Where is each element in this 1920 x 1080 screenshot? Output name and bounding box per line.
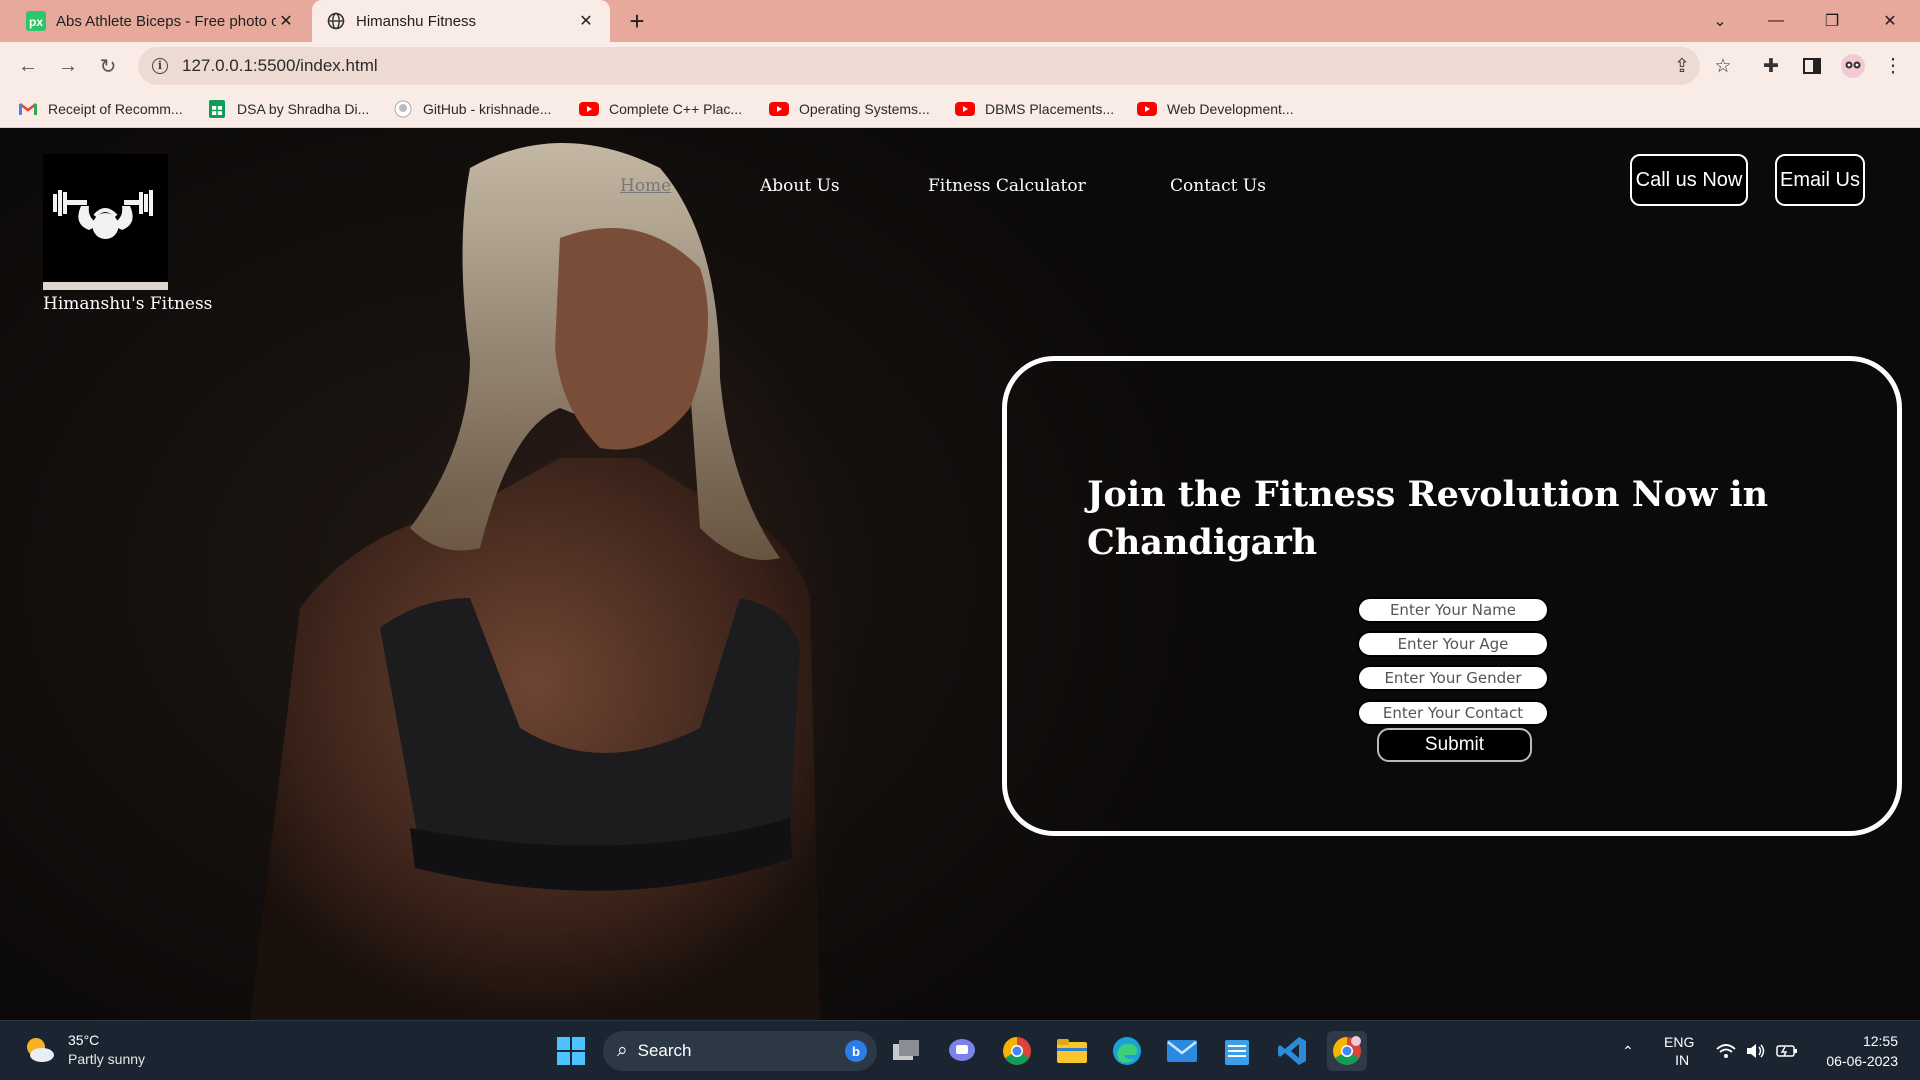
name-input[interactable] — [1357, 597, 1549, 623]
contact-input[interactable] — [1357, 700, 1549, 726]
clock-time: 12:55 — [1862, 1033, 1898, 1049]
notepad-icon[interactable] — [1217, 1031, 1257, 1071]
battery-icon[interactable] — [1776, 1021, 1798, 1080]
logo-watermark-strip — [43, 282, 168, 290]
region-code: IN — [1675, 1052, 1690, 1068]
bookmark-label: Receipt of Recomm... — [48, 101, 183, 117]
email-us-button[interactable]: Email Us — [1775, 154, 1865, 206]
volume-icon[interactable] — [1746, 1021, 1766, 1080]
submit-button[interactable]: Submit — [1377, 728, 1532, 762]
chrome-icon[interactable] — [997, 1031, 1037, 1071]
teams-chat-icon[interactable] — [942, 1031, 982, 1071]
bookmark-label: DSA by Shradha Di... — [237, 101, 370, 117]
side-panel-icon[interactable] — [1797, 51, 1827, 81]
bookmark-item[interactable]: Receipt of Recomm... — [18, 98, 183, 120]
tab-title: Abs Athlete Biceps - Free photo on — [56, 12, 276, 30]
weather-widget[interactable]: 35°C Partly sunny — [22, 1031, 145, 1069]
gender-input[interactable] — [1357, 665, 1549, 691]
gmail-icon — [18, 101, 38, 117]
lang-code: ENG — [1664, 1034, 1695, 1050]
window-close-icon[interactable]: ✕ — [1862, 0, 1918, 42]
share-icon[interactable]: ⇪ — [1667, 51, 1697, 81]
language-indicator[interactable]: ENG IN — [1664, 1021, 1694, 1080]
bookmark-label: Operating Systems... — [799, 101, 930, 117]
task-view-icon[interactable] — [887, 1031, 927, 1071]
nav-home-link[interactable]: Home — [620, 176, 671, 196]
weather-temp: 35°C — [68, 1032, 100, 1048]
taskbar-search[interactable]: ⌕ Search b — [603, 1031, 877, 1071]
reload-icon[interactable]: ↻ — [92, 50, 124, 82]
windows-taskbar: 35°C Partly sunny ⌕ Search b ⌃ ENG IN 12… — [0, 1020, 1920, 1080]
join-form-card: Join the Fitness Revolution Now in Chand… — [1002, 356, 1902, 836]
profile-avatar[interactable] — [1838, 51, 1868, 81]
forward-arrow-icon[interactable]: → — [52, 50, 84, 82]
youtube-icon — [579, 101, 599, 117]
bookmarks-bar: Receipt of Recomm... DSA by Shradha Di..… — [0, 90, 1920, 128]
bookmark-item[interactable]: Operating Systems... — [769, 98, 930, 120]
search-icon: ⌕ — [617, 1040, 628, 1061]
bookmark-star-icon[interactable]: ☆ — [1708, 51, 1738, 81]
vscode-icon[interactable] — [1272, 1031, 1312, 1071]
dumbbell-kettlebell-logo-icon — [53, 190, 153, 239]
bookmark-label: Web Development... — [1167, 101, 1294, 117]
tab-himanshu-fitness[interactable]: Himanshu Fitness ✕ — [312, 0, 610, 42]
close-icon[interactable]: ✕ — [276, 11, 296, 31]
browser-tab-strip: px Abs Athlete Biceps - Free photo on ✕ … — [0, 0, 1920, 42]
wifi-icon[interactable] — [1716, 1021, 1736, 1080]
bookmark-item[interactable]: DSA by Shradha Di... — [207, 98, 369, 120]
url-text: 127.0.0.1:5500/index.html — [182, 56, 378, 75]
bookmark-item[interactable]: Web Development... — [1137, 98, 1294, 120]
back-arrow-icon[interactable]: ← — [12, 50, 44, 82]
bing-icon: b — [845, 1040, 867, 1062]
mail-icon[interactable] — [1162, 1031, 1202, 1071]
bookmark-item[interactable]: GitHub - krishnade... — [393, 98, 551, 120]
youtube-icon — [955, 101, 975, 117]
pixabay-icon: px — [26, 11, 46, 31]
clock-date: 06-06-2023 — [1826, 1053, 1898, 1069]
kebab-menu-icon[interactable]: ⋮ — [1878, 51, 1908, 81]
site-info-icon[interactable]: i — [152, 58, 168, 74]
nav-about-link[interactable]: About Us — [760, 176, 840, 196]
form-heading: Join the Fitness Revolution Now in Chand… — [1087, 474, 1769, 563]
nav-contact-link[interactable]: Contact Us — [1170, 176, 1266, 196]
windows-start-icon[interactable] — [551, 1031, 591, 1071]
edge-icon[interactable] — [1107, 1031, 1147, 1071]
svg-text:px: px — [29, 15, 43, 29]
github-icon — [393, 100, 413, 118]
nav-fitness-calculator-link[interactable]: Fitness Calculator — [928, 176, 1086, 196]
hero-section: Himanshu's Fitness Home About Us Fitness… — [0, 128, 1920, 1020]
tray-overflow-chevron-icon[interactable]: ⌃ — [1622, 1021, 1634, 1080]
tab-search-chevron-icon[interactable]: ⌄ — [1692, 0, 1748, 42]
bookmark-label: GitHub - krishnade... — [423, 101, 552, 117]
weather-condition: Partly sunny — [68, 1051, 146, 1067]
bookmark-label: DBMS Placements... — [985, 101, 1115, 117]
call-us-button[interactable]: Call us Now — [1630, 154, 1748, 206]
search-label: Search — [637, 1041, 692, 1060]
bookmark-item[interactable]: DBMS Placements... — [955, 98, 1114, 120]
restore-icon[interactable]: ❐ — [1804, 0, 1860, 42]
chrome-active-window-icon[interactable] — [1327, 1031, 1367, 1071]
brand-name: Himanshu's Fitness — [43, 294, 213, 314]
site-logo[interactable] — [43, 154, 168, 290]
bookmark-label: Complete C++ Plac... — [609, 101, 743, 117]
globe-icon — [326, 11, 346, 31]
file-explorer-icon[interactable] — [1052, 1031, 1092, 1071]
extensions-puzzle-icon[interactable]: ✚ — [1756, 51, 1786, 81]
address-bar[interactable]: i 127.0.0.1:5500/index.html — [138, 47, 1700, 85]
tab-title: Himanshu Fitness — [356, 12, 477, 30]
partly-sunny-icon — [27, 1038, 54, 1062]
tab-abs-athlete[interactable]: px Abs Athlete Biceps - Free photo on ✕ — [12, 0, 310, 42]
bookmark-item[interactable]: Complete C++ Plac... — [579, 98, 742, 120]
sheets-icon — [207, 100, 227, 118]
close-icon[interactable]: ✕ — [576, 11, 596, 31]
minimize-icon[interactable]: — — [1748, 0, 1804, 42]
youtube-icon — [769, 101, 789, 117]
browser-toolbar: ← → ↻ i 127.0.0.1:5500/index.html ⇪ ☆ ✚ … — [0, 42, 1920, 90]
youtube-icon — [1137, 101, 1157, 117]
system-clock[interactable]: 12:55 06-06-2023 — [1826, 1031, 1898, 1071]
age-input[interactable] — [1357, 631, 1549, 657]
new-tab-plus-icon[interactable]: + — [622, 6, 652, 36]
